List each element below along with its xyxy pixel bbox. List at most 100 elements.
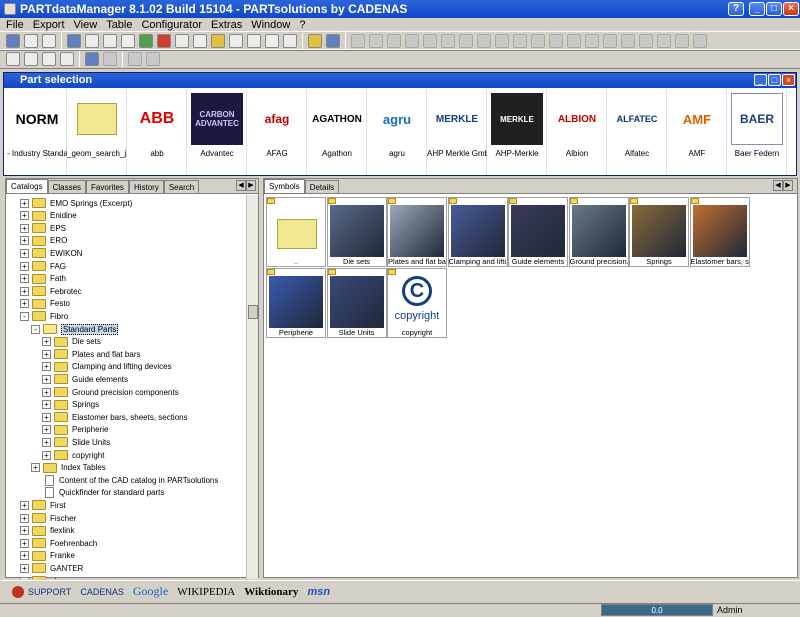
minimize-button[interactable]: _ — [749, 2, 765, 16]
folder-open-icon[interactable] — [211, 34, 225, 48]
symbol-tile[interactable]: Die sets — [326, 197, 387, 267]
help-button[interactable]: ? — [728, 2, 744, 16]
tree-item[interactable]: + copyright — [42, 449, 104, 461]
tab-catalogs[interactable]: Catalogs — [6, 179, 48, 193]
efc-icon[interactable] — [6, 52, 20, 66]
symbol-tile[interactable]: Elastomer bars, s... — [689, 197, 750, 267]
msn-link[interactable]: msn — [307, 586, 330, 598]
tree-item[interactable]: + Ground precision components — [42, 386, 179, 398]
symbol-tile[interactable]: .. — [266, 197, 326, 267]
expand-icon[interactable]: + — [20, 248, 29, 258]
binoculars-icon[interactable] — [6, 34, 20, 48]
expand-icon[interactable]: + — [42, 374, 51, 384]
expand-icon[interactable]: + — [42, 450, 51, 460]
collapse-icon[interactable]: - — [20, 311, 29, 321]
calculator-icon[interactable] — [265, 34, 279, 48]
expand-icon[interactable]: + — [20, 576, 29, 579]
measure-icon[interactable] — [567, 34, 581, 48]
tree-item[interactable]: + GANTER — [20, 562, 83, 574]
dropdown-arrow-icon[interactable] — [103, 52, 117, 66]
save-icon[interactable] — [42, 34, 56, 48]
wiktionary-link[interactable]: Wiktionary — [244, 586, 298, 598]
tab-history[interactable]: History — [128, 180, 164, 193]
catalog-logo-baer[interactable]: BAER Baer Federn — [727, 89, 787, 175]
catalog-logo-abb[interactable]: ABB abb — [127, 89, 187, 175]
tree-scroll-thumb[interactable] — [248, 305, 258, 319]
view-iso-icon[interactable] — [477, 34, 491, 48]
perspective-icon[interactable] — [693, 34, 707, 48]
section-icon[interactable] — [585, 34, 599, 48]
tree-item[interactable]: + EPS — [20, 222, 66, 234]
part-minimize-button[interactable]: _ — [754, 74, 767, 86]
expand-icon[interactable]: + — [42, 362, 51, 372]
tree-item[interactable]: Content of the CAD catalog in PARTsoluti… — [31, 474, 218, 486]
wikipedia-link[interactable]: WIKIPEDIA — [177, 586, 235, 598]
expand-icon[interactable]: + — [20, 551, 29, 561]
print-icon[interactable] — [24, 34, 38, 48]
catalog-logo-afag[interactable]: afag AFAG — [247, 89, 307, 175]
shade-icon[interactable] — [495, 34, 509, 48]
mail-icon[interactable] — [193, 34, 207, 48]
tree-item[interactable]: + Die sets — [42, 336, 101, 348]
tree-item[interactable]: + Festo — [20, 298, 70, 310]
view-top-icon[interactable] — [441, 34, 455, 48]
view-right-icon[interactable] — [423, 34, 437, 48]
collapse-icon[interactable]: - — [31, 324, 40, 334]
tree-item[interactable]: + First — [20, 499, 66, 511]
expand-icon[interactable]: + — [20, 526, 29, 536]
rotate-icon[interactable] — [603, 34, 617, 48]
right-scroll-right-icon[interactable]: ▶ — [783, 180, 793, 191]
tree-item[interactable]: + Fischer — [20, 512, 76, 524]
layout-icon[interactable] — [121, 34, 135, 48]
tree-item[interactable]: - Fibro — [20, 310, 68, 322]
zoom-icon[interactable] — [639, 34, 653, 48]
menu-window[interactable]: Window — [251, 19, 290, 31]
symbol-tile[interactable]: Ccopyright copyright — [387, 268, 447, 338]
move-icon[interactable] — [229, 34, 243, 48]
tree-item[interactable]: + Enidine — [20, 210, 77, 222]
tree-item[interactable]: + Peripherie — [42, 424, 108, 436]
tree-item[interactable]: + Franke — [20, 550, 75, 562]
table-icon[interactable] — [85, 34, 99, 48]
tab-scroll-right-icon[interactable]: ▶ — [246, 180, 256, 191]
expand-icon[interactable]: + — [20, 261, 29, 271]
hidden-icon[interactable] — [531, 34, 545, 48]
close-button[interactable]: × — [783, 2, 799, 16]
view-back-icon[interactable] — [387, 34, 401, 48]
tree-item[interactable]: + EWIKON — [20, 247, 82, 259]
help-icon[interactable] — [326, 34, 340, 48]
tab-classes[interactable]: Classes — [47, 180, 87, 193]
tree-item[interactable]: + Guide elements — [42, 373, 128, 385]
tree-item[interactable]: + Fath — [20, 273, 66, 285]
symbol-tile[interactable]: Plates and flat ba... — [387, 197, 447, 267]
tab-details[interactable]: Details — [304, 180, 340, 193]
expand-icon[interactable]: + — [20, 211, 29, 221]
menu-configurator[interactable]: Configurator — [141, 19, 202, 31]
dropdown-icon[interactable] — [549, 34, 563, 48]
expand-icon[interactable]: + — [20, 236, 29, 246]
hierarchy-icon[interactable] — [42, 52, 56, 66]
view-left-icon[interactable] — [405, 34, 419, 48]
google-link[interactable]: Google — [133, 584, 168, 599]
tree-item[interactable]: + gb — [20, 575, 59, 579]
menu-extras[interactable]: Extras — [211, 19, 242, 31]
home-icon[interactable] — [12, 585, 24, 598]
catalog-logo-ahp-merkle[interactable]: MERKLE AHP-Merkle — [487, 89, 547, 175]
view-bottom-icon[interactable] — [459, 34, 473, 48]
symbol-tile[interactable]: Guide elements — [508, 197, 568, 267]
part-icon[interactable] — [85, 52, 99, 66]
support-link[interactable]: SUPPORT — [28, 587, 71, 597]
tree-item[interactable]: + Clamping and lifting devices — [42, 361, 172, 373]
tree-item[interactable]: + Springs — [42, 399, 99, 411]
zoom-window-icon[interactable] — [675, 34, 689, 48]
tree-item[interactable]: + Plates and flat bars — [42, 348, 140, 360]
pan-icon[interactable] — [621, 34, 635, 48]
catalog-logo-alfatec[interactable]: ALFATEC Alfatec — [607, 89, 667, 175]
expand-icon[interactable]: + — [20, 198, 29, 208]
tree-icon[interactable] — [24, 52, 38, 66]
config-icon[interactable] — [308, 34, 322, 48]
expand-icon[interactable]: + — [20, 274, 29, 284]
tree-item[interactable]: + ERO — [20, 235, 67, 247]
list-icon[interactable] — [146, 52, 160, 66]
tree-item[interactable]: + EMO Springs (Excerpt) — [20, 197, 132, 209]
